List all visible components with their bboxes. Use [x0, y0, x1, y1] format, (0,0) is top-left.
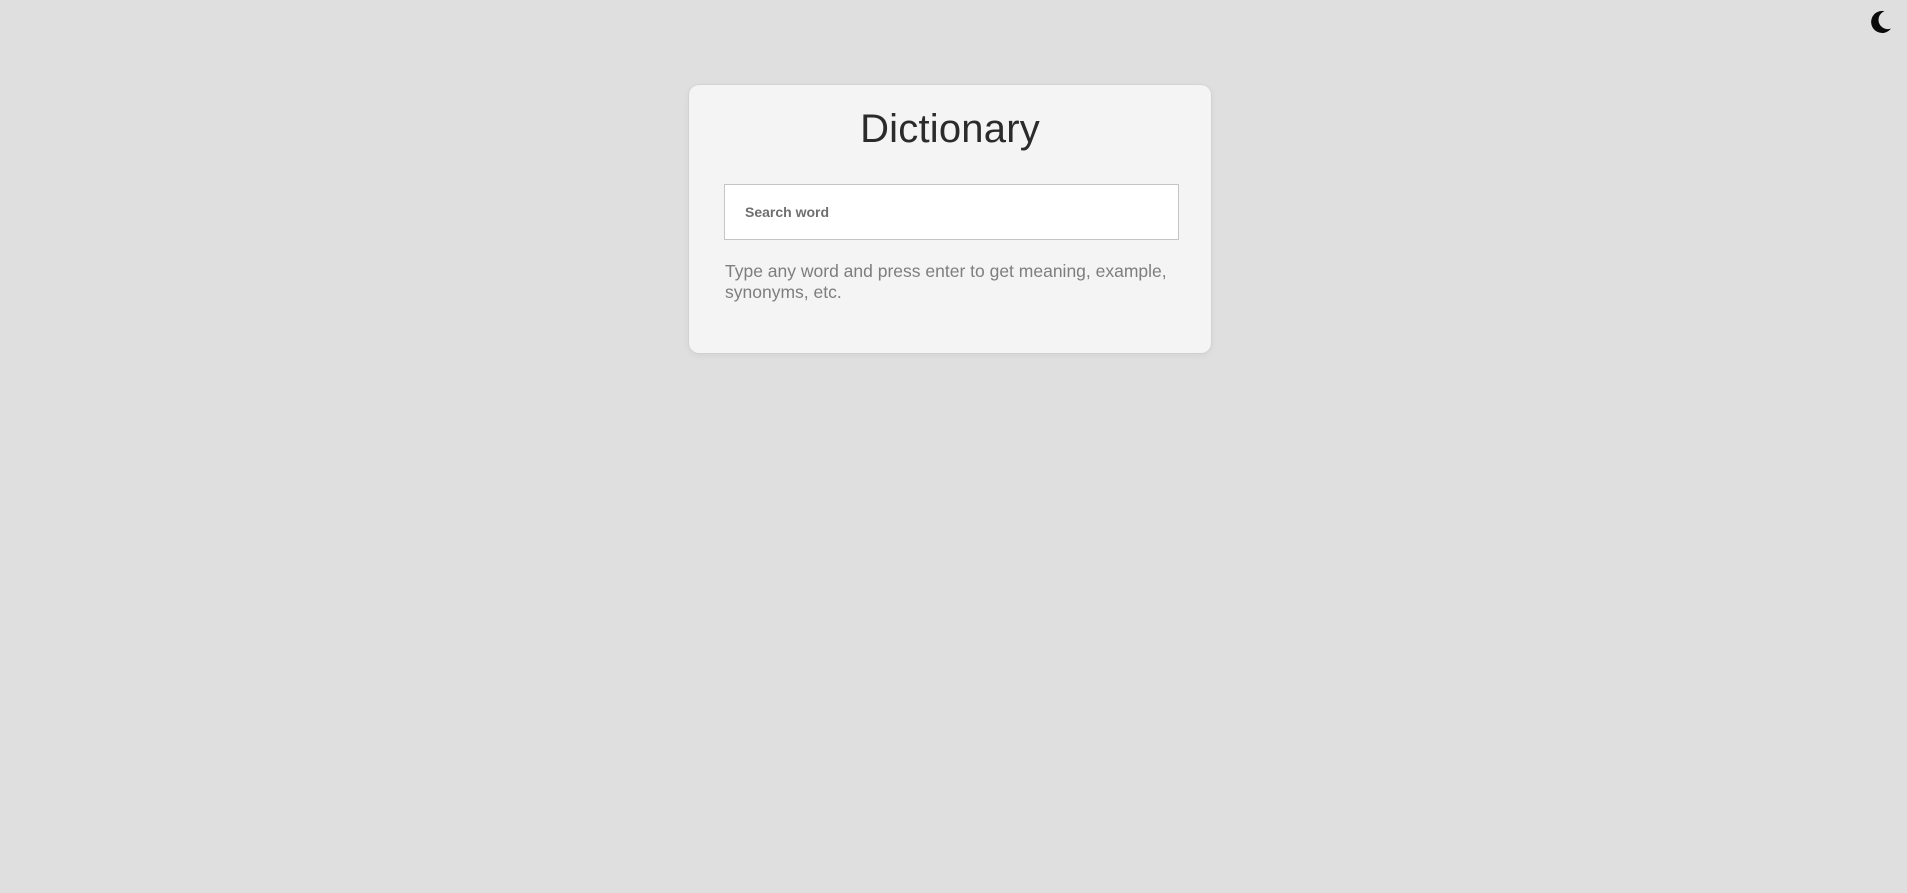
theme-toggle-button[interactable] [1864, 8, 1896, 40]
page-title: Dictionary [860, 107, 1040, 151]
dictionary-card: Dictionary Type any word and press enter… [689, 85, 1211, 353]
search-hint: Type any word and press enter to get mea… [725, 261, 1167, 302]
moon-icon [1867, 9, 1893, 40]
search-input[interactable] [724, 184, 1179, 240]
